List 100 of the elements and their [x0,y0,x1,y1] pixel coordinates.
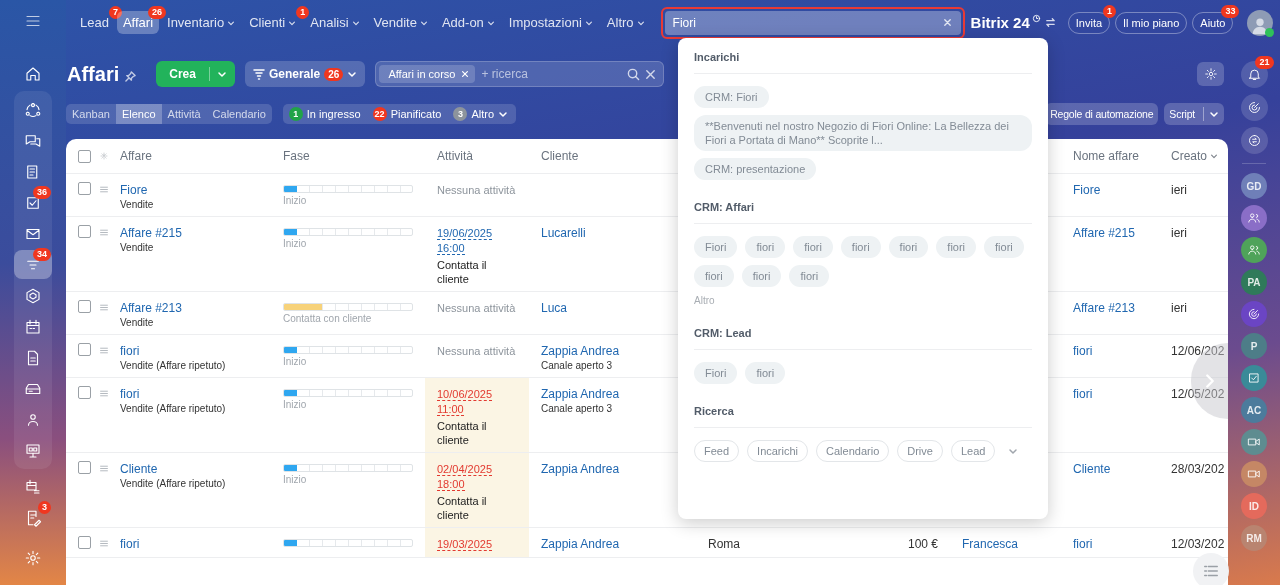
deal-name-link[interactable]: fiori [1073,387,1093,401]
counter-filter[interactable]: 3 Altro [453,107,508,121]
count-dot: 1 [288,107,303,121]
result-chip[interactable]: fiori [888,236,929,258]
counter-filter[interactable]: 1 In ingresso [288,107,361,121]
result-chip[interactable]: Feed [694,440,740,462]
created-date: ieri [1171,183,1187,197]
sidebar-item[interactable]: 36 [14,188,52,217]
automation-rules-button[interactable]: Regole di automazione [1045,103,1159,125]
created-date: ieri [1171,301,1187,315]
contact-link[interactable]: Francesca [962,537,1019,551]
column-header[interactable]: Affare [108,149,271,163]
result-chip[interactable]: fiori [741,265,782,287]
page-title: Affari [67,62,120,86]
result-chip[interactable]: Incarichi [747,440,809,462]
filter-preset-button[interactable]: Generale 26 [244,61,366,87]
contact-avatar[interactable]: P [1241,333,1267,359]
result-chip[interactable]: Drive [897,440,943,462]
result-chip[interactable]: Fiori [694,362,738,384]
sidebar-item[interactable]: 3 [14,503,52,532]
no-activity-text: Nessuna attività [437,184,516,196]
pipeline-label: Vendite (Affare ripetuto) [120,402,227,415]
column-header[interactable]: Fase [271,149,425,163]
nav-tab[interactable]: Altro [600,11,651,34]
script-button[interactable]: Script [1164,103,1224,125]
deal-link[interactable]: fiori [120,536,265,552]
result-chip[interactable]: Calendario [816,440,890,462]
created-date: 12/03/202 [1171,537,1225,551]
nav-tab[interactable]: Add-on [435,11,501,34]
result-chip[interactable]: fiori [789,265,830,287]
deal-link[interactable]: Affare #213 [120,300,265,316]
result-chip[interactable]: fiori [793,236,833,258]
view-tab[interactable]: Attività [161,104,207,124]
deal-name-link[interactable]: fiori [1073,344,1093,358]
column-header[interactable]: Attività [425,149,529,163]
deal-link[interactable]: fiori [120,386,265,402]
deal-name-link[interactable]: Cliente [1073,462,1111,476]
result-chip[interactable]: fiori [694,265,734,287]
deal-link[interactable]: Fiore [120,182,265,198]
activity-text: Contatta il cliente [437,419,488,447]
deal-name-link[interactable]: Affare #215 [1073,226,1135,240]
counter-badge: 3 [38,501,51,514]
filter-search-field[interactable]: Affari in corso + ricerca [375,61,665,87]
result-chip[interactable]: CRM: Fiori [694,86,769,108]
deal-name-link[interactable]: fiori [1073,537,1093,551]
activity-date-link[interactable]: 02/04/2025 [437,463,493,476]
activity-text: Contatta il cliente [437,258,488,286]
activity-time-link[interactable]: 18:00 [437,478,465,491]
counter-badge: 33 [1221,4,1240,18]
view-tab[interactable]: Kanban [66,104,116,124]
contact-avatar[interactable]: AC [1241,397,1267,423]
deal-link[interactable]: fiori [120,343,265,359]
result-chip[interactable]: CRM: presentazione [694,158,817,180]
activity-date-link[interactable]: 10/06/2025 [437,388,493,401]
result-chip[interactable]: Fiori [694,236,738,258]
activity-date-link[interactable]: 19/06/2025 [437,227,493,240]
result-chip[interactable]: fiori [840,236,881,258]
deal-link[interactable]: Affare #215 [120,225,265,241]
activity-text: Contatta il cliente [437,494,488,522]
activity-time-link[interactable]: 16:00 [437,242,465,255]
pipeline-label: Vendite [120,241,155,254]
section-title: Incarichi [694,50,741,65]
result-chip[interactable]: fiori [936,236,977,258]
result-chip[interactable]: fiori [745,236,786,258]
contact-avatar[interactable]: RM [1241,525,1267,551]
result-chip[interactable]: **Benvenuti nel nostro Negozio di Fiori Online: La Bellezza dei Fiori a Portata di Mano** Scoprite l... [694,115,1032,151]
filter-chip[interactable]: Affari in corso [379,65,476,83]
count-dot: 3 [453,107,468,121]
result-chip[interactable]: fiori [984,236,1024,258]
counter-badge: 34 [33,248,51,261]
activity-time-link[interactable]: 11:00 [437,403,464,416]
pipeline-label: Vendite [120,198,155,211]
counter-badge: 36 [33,186,51,199]
view-tab[interactable]: Calendario [206,104,272,124]
contact-avatar[interactable]: GD [1241,173,1267,199]
counter-filter[interactable]: 22 Pianificato [372,107,442,121]
column-header[interactable]: Creato [1165,149,1228,163]
counter-label: In ingresso [306,108,361,120]
activity-date-link[interactable]: 19/03/2025 [437,538,493,551]
stage-label: Inizio [283,474,308,485]
result-chip[interactable]: Lead [950,440,996,462]
column-header[interactable]: Nome affare [1061,149,1165,163]
view-tab[interactable]: Elenco [115,104,162,124]
nav-tab[interactable]: Impostazioni [502,11,599,34]
create-button[interactable]: Crea [156,61,235,87]
contact-avatar[interactable]: PA [1241,269,1267,295]
counter-badge: 26 [324,67,344,81]
nav-tab[interactable]: Vendite [367,11,434,34]
deal-link[interactable]: Cliente [120,461,265,477]
contact-avatar[interactable]: ID [1241,493,1267,519]
result-chip[interactable]: fiori [745,362,786,384]
counter-badge: 1 [296,6,310,19]
deal-name-link[interactable]: Fiore [1073,183,1101,197]
pipeline-label: Vendite (Affare ripetuto) [120,359,227,372]
client-link[interactable]: Zappia Andrea [541,536,690,552]
counter-badge: 7 [108,6,122,19]
counter-badge: 26 [148,6,167,19]
stage-label: Inizio [283,399,308,410]
deal-name-link[interactable]: Affare #213 [1073,301,1135,315]
sidebar-item[interactable]: 34 [14,250,52,279]
